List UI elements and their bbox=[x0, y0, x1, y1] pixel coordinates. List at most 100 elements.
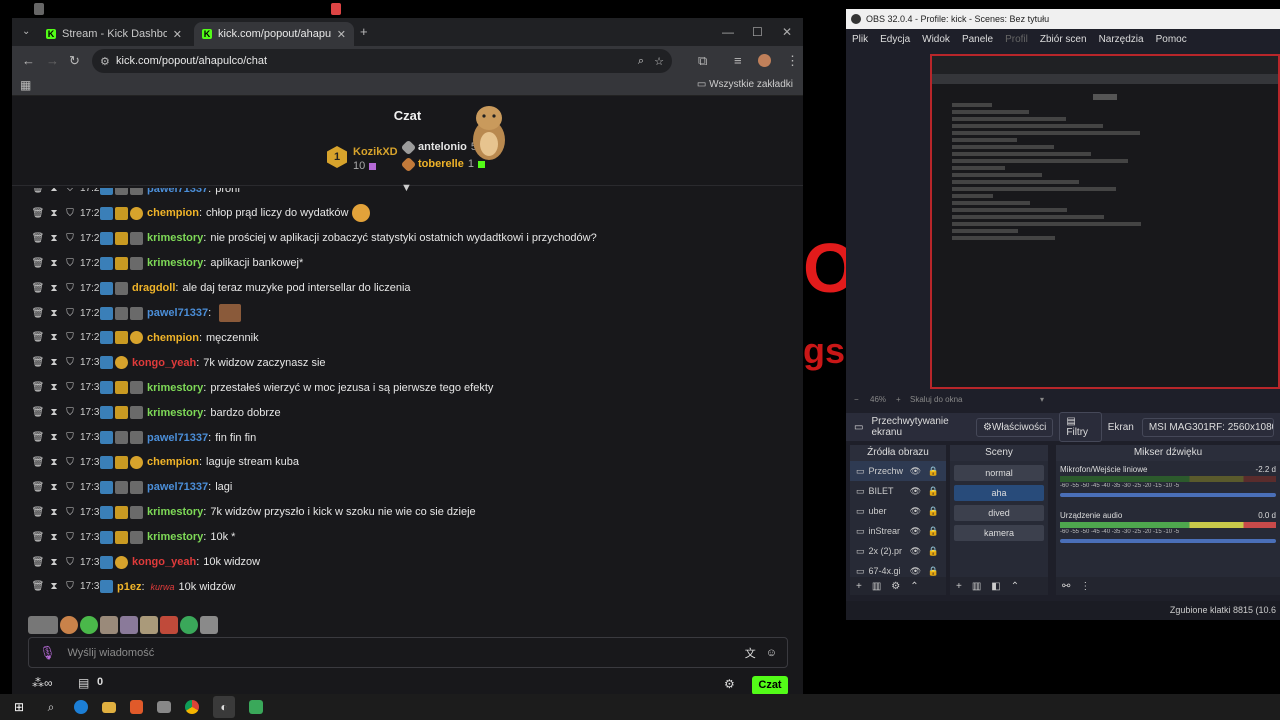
windows-icon[interactable]: ⊞ bbox=[10, 698, 28, 716]
visibility-icon[interactable]: 👁 bbox=[909, 546, 923, 557]
ban-icon[interactable]: ⛉ bbox=[62, 208, 78, 219]
obs-menu-item[interactable]: Edycja bbox=[880, 34, 910, 45]
bookmark-star-icon[interactable]: ☆ bbox=[654, 55, 664, 68]
obs-menu-item[interactable]: Zbiór scen bbox=[1040, 34, 1087, 45]
delete-icon[interactable]: ▥ bbox=[972, 581, 981, 592]
chat-message[interactable]: 🗑 ⧗ ⛉ 17:30 kongo_yeah:7k widzow zaczynasz s… bbox=[12, 350, 802, 375]
lock-icon[interactable]: 🔒 bbox=[927, 466, 941, 477]
ban-icon[interactable]: ⛉ bbox=[62, 188, 78, 194]
timeout-icon[interactable]: ⧗ bbox=[46, 233, 62, 244]
visibility-icon[interactable]: 👁 bbox=[909, 466, 923, 477]
explorer-icon[interactable] bbox=[102, 701, 116, 713]
obs-preview-canvas[interactable] bbox=[930, 54, 1280, 389]
ban-icon[interactable]: ⛉ bbox=[62, 283, 78, 294]
timeout-icon[interactable]: ⧗ bbox=[46, 581, 62, 592]
forward-icon[interactable]: → bbox=[46, 53, 59, 68]
maximize-icon[interactable]: ☐ bbox=[752, 25, 763, 39]
settings-icon[interactable]: ⚙ bbox=[724, 677, 735, 691]
ban-icon[interactable]: ⛉ bbox=[62, 581, 78, 592]
move-up-icon[interactable]: ⌃ bbox=[910, 581, 918, 592]
menu-icon[interactable]: ⋮ bbox=[786, 53, 799, 69]
apps-icon[interactable]: ▦ bbox=[20, 78, 31, 92]
more-icon[interactable]: ⋮ bbox=[1080, 581, 1090, 592]
source-item[interactable]: ▭ BILET 👁 🔒 bbox=[850, 481, 946, 501]
emote-icon[interactable] bbox=[60, 616, 78, 634]
chat-message[interactable]: 🗑 ⧗ ⛉ 17:28 krimestory: aplikacji bankowej* bbox=[12, 251, 802, 276]
timeout-icon[interactable]: ⧗ bbox=[46, 507, 62, 518]
delete-icon[interactable]: 🗑 bbox=[30, 382, 46, 393]
delete-icon[interactable]: ▥ bbox=[872, 581, 881, 592]
ban-icon[interactable]: ⛉ bbox=[62, 507, 78, 518]
message-username[interactable]: pawel71337 bbox=[147, 188, 208, 195]
message-username[interactable]: chempion bbox=[147, 207, 199, 219]
message-username[interactable]: chempion bbox=[147, 332, 199, 344]
visibility-icon[interactable]: 👁 bbox=[909, 506, 923, 517]
obs-menu-item[interactable]: Pomoc bbox=[1156, 34, 1187, 45]
ban-icon[interactable]: ⛉ bbox=[62, 432, 78, 443]
chevron-down-icon[interactable]: ▾ bbox=[1040, 395, 1044, 404]
edge-icon[interactable] bbox=[74, 700, 88, 714]
timeout-icon[interactable]: ⧗ bbox=[46, 532, 62, 543]
message-username[interactable]: krimestory bbox=[147, 382, 203, 394]
message-username[interactable]: dragdoll bbox=[132, 282, 175, 294]
chat-message[interactable]: 🗑 ⧗ ⛉ 17:28 pawel71337: pronf bbox=[12, 188, 802, 201]
message-username[interactable]: p1ez bbox=[117, 581, 141, 593]
ban-icon[interactable]: ⛉ bbox=[62, 357, 78, 368]
site-info-icon[interactable]: ⚙ bbox=[100, 55, 110, 68]
copy-icon[interactable]: ◧ bbox=[991, 581, 1000, 592]
new-tab-icon[interactable]: + bbox=[360, 24, 368, 39]
chat-message[interactable]: 🗑 ⧗ ⛉ 17:30 pawel71337: fin fin fin bbox=[12, 425, 802, 450]
ban-icon[interactable]: ⛉ bbox=[62, 258, 78, 269]
timeout-icon[interactable]: ⧗ bbox=[46, 308, 62, 319]
delete-icon[interactable]: 🗑 bbox=[30, 581, 46, 592]
emoji-icon[interactable]: ☺ bbox=[766, 647, 777, 659]
back-icon[interactable]: ← bbox=[22, 53, 35, 68]
emote-icon[interactable] bbox=[120, 616, 138, 634]
timeout-icon[interactable]: ⧗ bbox=[46, 332, 62, 343]
delete-icon[interactable]: 🗑 bbox=[30, 507, 46, 518]
chat-message[interactable]: 🗑 ⧗ ⛉ 17:31 krimestory:10k * bbox=[12, 525, 802, 550]
delete-icon[interactable]: 🗑 bbox=[30, 532, 46, 543]
all-bookmarks[interactable]: ▭ Wszystkie zakładki bbox=[697, 79, 793, 90]
chat-input[interactable]: 🎙 Wyślij wiadomość 文 ☺ bbox=[28, 637, 788, 668]
emote-icon[interactable] bbox=[180, 616, 198, 634]
add-icon[interactable]: + bbox=[856, 581, 862, 592]
ban-icon[interactable]: ⛉ bbox=[62, 308, 78, 319]
timeout-icon[interactable]: ⧗ bbox=[46, 283, 62, 294]
delete-icon[interactable]: 🗑 bbox=[30, 332, 46, 343]
delete-icon[interactable]: 🗑 bbox=[30, 188, 46, 194]
media-icon[interactable]: ≡ bbox=[734, 53, 742, 68]
ban-icon[interactable]: ⛉ bbox=[62, 532, 78, 543]
chat-message[interactable]: 🗑 ⧗ ⛉ 17:31 kongo_yeah:10k widzow bbox=[12, 550, 802, 575]
message-username[interactable]: kongo_yeah bbox=[132, 556, 196, 568]
reload-icon[interactable]: ↻ bbox=[69, 53, 80, 69]
timeout-icon[interactable]: ⧗ bbox=[46, 432, 62, 443]
obs-icon[interactable]: ◐ bbox=[213, 696, 235, 718]
delete-icon[interactable]: 🗑 bbox=[30, 407, 46, 418]
emote-icon[interactable] bbox=[200, 616, 218, 634]
obs-menu-item[interactable]: Profil bbox=[1005, 34, 1028, 45]
kick-icon[interactable] bbox=[249, 700, 263, 714]
source-item[interactable]: ▭ inStrear 👁 🔒 bbox=[850, 521, 946, 541]
move-up-icon[interactable]: ⌃ bbox=[1011, 581, 1019, 592]
chat-message[interactable]: 🗑 ⧗ ⛉ 17:30 krimestory: bardzo dobrze bbox=[12, 400, 802, 425]
obs-menu-item[interactable]: Widok bbox=[922, 34, 950, 45]
delete-icon[interactable]: 🗑 bbox=[30, 308, 46, 319]
tab-chat-popout[interactable]: K kick.com/popout/ahapulco/cha ✕ bbox=[194, 22, 354, 46]
timeout-icon[interactable]: ⧗ bbox=[46, 357, 62, 368]
source-item[interactable]: ▭ uber 👁 🔒 bbox=[850, 501, 946, 521]
chat-message[interactable]: 🗑 ⧗ ⛉ 17:29 chempion: męczennik bbox=[12, 325, 802, 350]
scene-item[interactable]: aha bbox=[954, 485, 1044, 501]
chat-message[interactable]: 🗑 ⧗ ⛉ 17:28 krimestory: nie prościej w aplika… bbox=[12, 226, 802, 251]
message-username[interactable]: chempion bbox=[147, 456, 199, 468]
add-icon[interactable]: + bbox=[956, 581, 962, 592]
properties-button[interactable]: ⚙Właściwości bbox=[975, 417, 1054, 437]
source-item[interactable]: ▭ 2x (2).pr 👁 🔒 bbox=[850, 541, 946, 561]
delete-icon[interactable]: 🗑 bbox=[30, 457, 46, 468]
delete-icon[interactable]: 🗑 bbox=[30, 557, 46, 568]
obs-preview[interactable] bbox=[846, 49, 1280, 394]
delete-icon[interactable]: 🗑 bbox=[30, 432, 46, 443]
ban-icon[interactable]: ⛉ bbox=[62, 407, 78, 418]
chat-message[interactable]: 🗑 ⧗ ⛉ 17:29 pawel71337: bbox=[12, 301, 802, 326]
timeout-icon[interactable]: ⧗ bbox=[46, 557, 62, 568]
